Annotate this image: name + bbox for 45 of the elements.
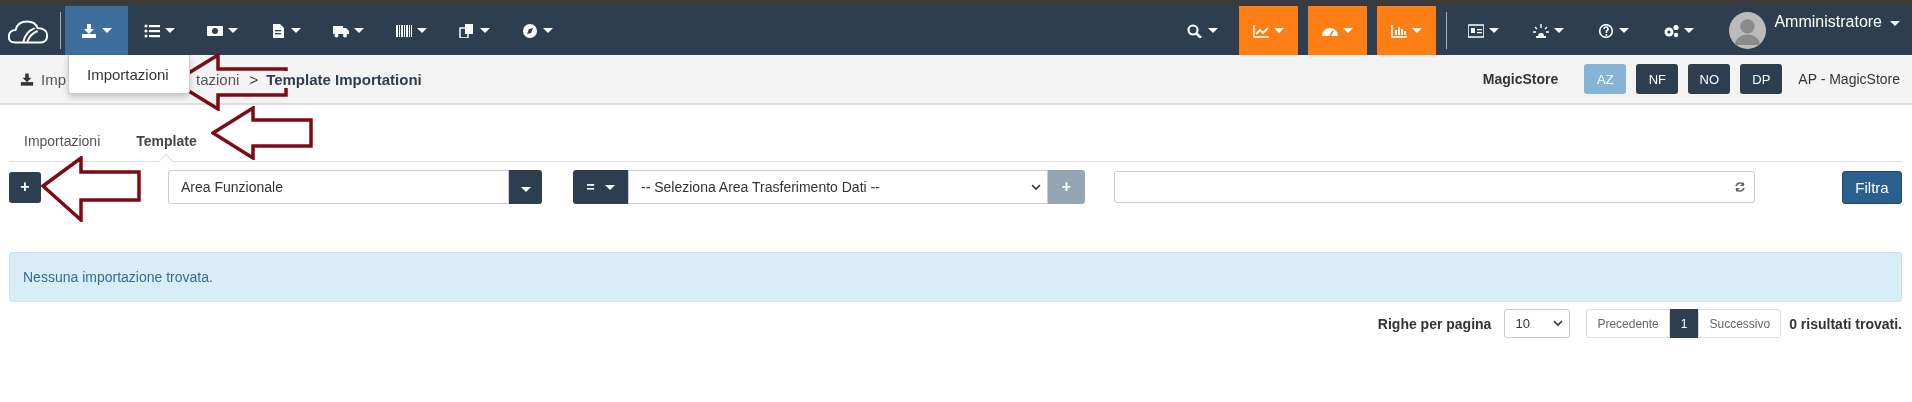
area-field[interactable]: Area Funzionale bbox=[168, 170, 509, 204]
filter-button[interactable]: Filtra bbox=[1842, 170, 1902, 204]
search-field[interactable] bbox=[1114, 171, 1755, 203]
store-toggle-button[interactable]: NO bbox=[1688, 64, 1731, 94]
transfer-select[interactable]: -- Seleziona Area Trasferimento Dati -- bbox=[628, 170, 1048, 204]
list-icon bbox=[144, 23, 160, 38]
avatar-icon bbox=[1729, 12, 1767, 49]
dropdown-button[interactable] bbox=[509, 170, 542, 204]
download-icon bbox=[20, 72, 34, 86]
rows-per-page-label: Righe per pagina bbox=[1377, 315, 1492, 332]
page-button[interactable]: 1 bbox=[1669, 309, 1699, 338]
operator-button[interactable]: = bbox=[573, 170, 628, 204]
id-card-icon bbox=[1468, 23, 1485, 38]
previous-button[interactable]: Precedente bbox=[1586, 309, 1670, 338]
user-menu[interactable]: Amministratore bbox=[1711, 6, 1912, 55]
tab[interactable]: Template bbox=[136, 133, 197, 161]
next-button[interactable]: Successivo bbox=[1698, 309, 1782, 338]
store-name: MagicStore bbox=[1482, 71, 1559, 87]
gears-icon bbox=[1663, 23, 1680, 38]
menu-item[interactable]: Importazioni bbox=[69, 65, 169, 83]
results-count: 0 risultati trovati. bbox=[1789, 315, 1902, 332]
add-button[interactable]: + bbox=[9, 171, 41, 203]
banknote-icon bbox=[207, 23, 223, 38]
help-icon bbox=[1598, 23, 1615, 38]
store-toggle-button[interactable]: DP bbox=[1740, 64, 1783, 94]
breadcrumb-current: Template Importationi bbox=[266, 70, 422, 88]
store-toggle-button[interactable]: NF bbox=[1636, 64, 1679, 94]
truck-icon bbox=[333, 23, 349, 38]
barcode-icon bbox=[396, 23, 412, 38]
tab[interactable]: Importazioni bbox=[24, 133, 101, 161]
copy-icon bbox=[459, 23, 475, 38]
nav-menu-item[interactable] bbox=[65, 6, 128, 55]
document-icon bbox=[270, 23, 286, 38]
line-chart-icon bbox=[1253, 23, 1270, 38]
chevron-icon bbox=[1553, 320, 1564, 327]
search-icon bbox=[1187, 23, 1204, 38]
store-code: AP - MagicStore bbox=[1798, 71, 1900, 87]
alarm-light-icon bbox=[1533, 23, 1550, 38]
chevron-icon bbox=[1031, 183, 1041, 191]
rows-per-page-select[interactable]: 10 bbox=[1504, 309, 1571, 338]
download-icon bbox=[81, 23, 97, 38]
refresh-icon[interactable] bbox=[1734, 181, 1746, 193]
alert-message: Nessuna importazione trovata. bbox=[23, 269, 213, 285]
compass-icon bbox=[522, 23, 538, 38]
bar-chart-icon bbox=[1391, 23, 1408, 38]
